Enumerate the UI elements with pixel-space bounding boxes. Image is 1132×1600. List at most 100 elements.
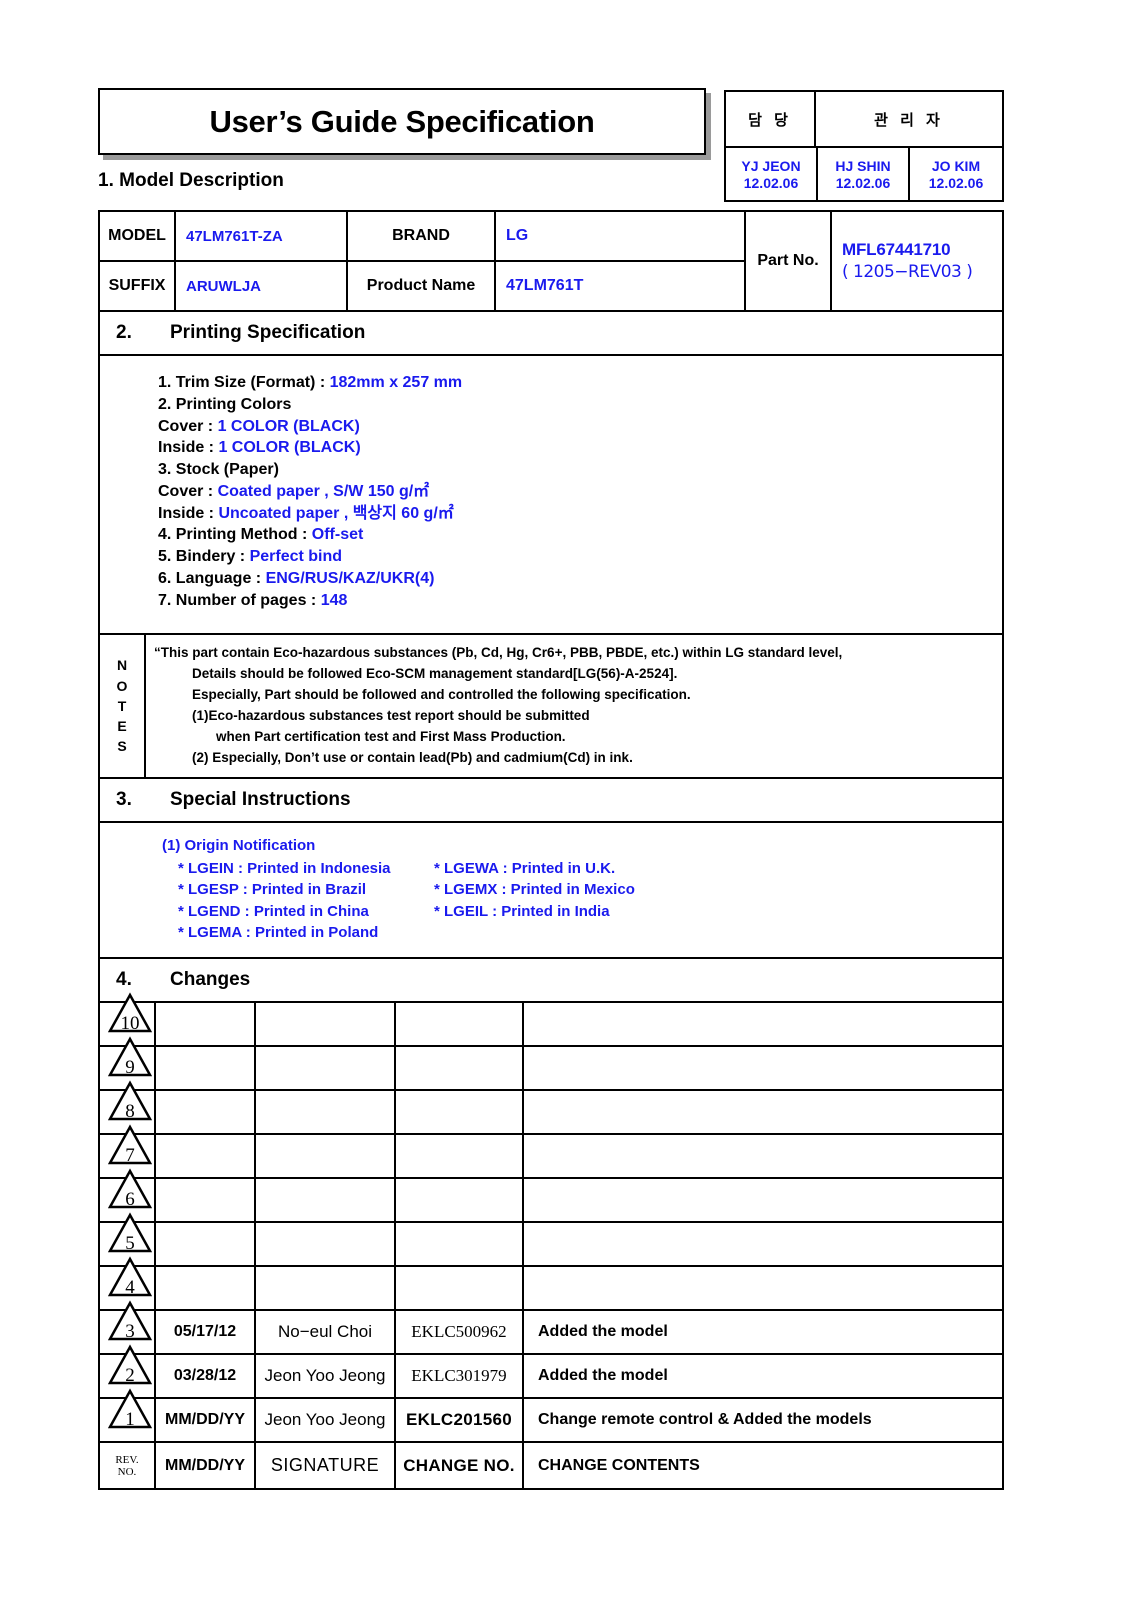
approver-cell-1: YJ JEON 12.02.06	[726, 148, 818, 202]
section-3-heading: 3. Special Instructions	[100, 776, 1002, 821]
model-left-columns: MODEL 47LM761T-ZA BRAND LG SUFFIX ARUWLJ…	[100, 212, 746, 310]
suffix-value: ARUWLJA	[176, 262, 348, 310]
section-4-title: Changes	[170, 969, 251, 991]
rev-marker-cell: 1	[100, 1388, 156, 1442]
spec-line: 3. Stock (Paper)	[158, 459, 1002, 481]
section-1-title: Model Description	[119, 170, 284, 191]
section-2-heading: 2. Printing Specification	[100, 310, 1002, 354]
approver-name-3: JO KIM	[931, 157, 981, 174]
spec-label: Cover :	[158, 482, 218, 500]
table-row: 10	[100, 992, 1002, 1046]
table-row: 1 MM/DD/YY Jeon Yoo Jeong EKLC201560 Change …	[100, 1388, 1002, 1442]
revision-triangle-icon: 8	[108, 1079, 152, 1123]
section-2-number: 2.	[116, 322, 132, 343]
spec-label: Cover :	[158, 417, 218, 435]
origin-right: * LGEWA : Printed in U.K.	[434, 860, 616, 878]
change-number	[396, 1223, 524, 1266]
revision-number: 7	[125, 1145, 135, 1167]
model-row: MODEL 47LM761T-ZA BRAND LG	[100, 212, 746, 262]
spec-value: Perfect bind	[249, 548, 343, 565]
revision-number: 10	[120, 1013, 140, 1035]
approval-header-row: 담 당 관 리 자	[726, 92, 1002, 148]
spec-value: Coated paper , S/W 150 g/㎡	[217, 482, 430, 500]
change-date: 05/17/12	[156, 1311, 256, 1354]
part-no-value: MFL67441710	[842, 240, 951, 259]
notes-vertical-label: N O T E S	[100, 635, 146, 777]
approver-name-2: HJ SHIN	[835, 157, 891, 174]
table-row: 5	[100, 1212, 1002, 1266]
page-title: User’s Guide Specification	[209, 103, 595, 139]
notes-line: Details should be followed Eco-SCM manag…	[192, 666, 678, 682]
model-value: 47LM761T-ZA	[176, 212, 348, 260]
change-contents: Added the model	[538, 1367, 668, 1385]
revision-triangle-icon: 5	[108, 1211, 152, 1255]
revision-triangle-icon: 3	[108, 1299, 152, 1343]
change-number	[396, 1047, 524, 1090]
change-number: EKLC500962	[396, 1311, 524, 1354]
notes-block: N O T E S “This part contain Eco-hazardo…	[100, 633, 1002, 777]
origin-left: * LGESP : Printed in Brazil	[178, 881, 367, 899]
change-date	[156, 1003, 256, 1046]
notes-letter: T	[117, 697, 127, 714]
revision-number: 6	[125, 1189, 135, 1211]
approval-table: 담 당 관 리 자 YJ JEON 12.02.06 HJ SHIN 12.02…	[724, 90, 1004, 202]
change-date: 03/28/12	[156, 1355, 256, 1398]
change-date	[156, 1267, 256, 1310]
spec-line: 2. Printing Colors	[158, 394, 1002, 416]
spec-label: 6. Language :	[158, 569, 266, 587]
spec-value: ENG/RUS/KAZ/UKR(4)	[265, 569, 435, 587]
change-no-header-cell: CHANGE NO.	[396, 1443, 524, 1489]
change-contents	[524, 1179, 1002, 1221]
section-1-heading: 1. Model Description	[98, 170, 284, 192]
change-contents	[524, 1223, 1002, 1265]
change-date	[156, 1047, 256, 1090]
approver-date-2: 12.02.06	[835, 175, 891, 191]
changes-table: 10 9 8 7 6 5 4 3 05/17/12 No−eul Choi EKLC500962 Ad…	[100, 992, 1002, 1442]
change-number	[396, 1091, 524, 1134]
spec-line: Inside : 1 COLOR (BLACK)	[158, 437, 1002, 459]
special-instructions-body: (1) Origin Notification * LGEIN : Printe…	[100, 820, 1002, 957]
change-date	[156, 1223, 256, 1266]
spec-value: 1 COLOR (BLACK)	[217, 417, 360, 435]
change-contents	[524, 1091, 1002, 1133]
suffix-row: SUFFIX ARUWLJA Product Name 47LM761T	[100, 262, 746, 310]
spec-label: 5. Bindery :	[158, 548, 250, 565]
revision-triangle-icon: 2	[108, 1343, 152, 1387]
revision-triangle-icon: 1	[108, 1387, 152, 1431]
brand-label: BRAND	[348, 212, 496, 260]
origin-left: * LGEIN : Printed in Indonesia	[178, 860, 391, 878]
revision-triangle-icon: 6	[108, 1167, 152, 1211]
section-4-number: 4.	[116, 969, 132, 991]
revision-number: 3	[125, 1321, 135, 1343]
notes-line: Especially, Part should be followed and …	[192, 687, 691, 703]
spec-label: 2. Printing Colors	[158, 395, 292, 413]
spec-value: 182mm x 257 mm	[329, 374, 463, 391]
change-signature	[256, 1135, 396, 1178]
approver-cell-3: JO KIM 12.02.06	[910, 148, 1002, 202]
change-signature	[256, 1179, 396, 1222]
approver-date-1: 12.02.06	[743, 175, 799, 191]
notes-line: (2) Especially, Don’t use or contain lea…	[192, 749, 633, 765]
rev-no-line2: NO.	[117, 1465, 137, 1478]
spec-label: 1. Trim Size (Format) :	[158, 374, 330, 391]
notes-line: (1)Eco-hazardous substances test report …	[192, 708, 590, 724]
revision-triangle-icon: 7	[108, 1123, 152, 1167]
spec-label: 3. Stock (Paper)	[158, 461, 279, 478]
table-row: 7	[100, 1124, 1002, 1178]
change-contents	[524, 1003, 1002, 1045]
revision-number: 8	[125, 1101, 135, 1123]
revision-number: 9	[125, 1057, 135, 1079]
spec-line: 7. Number of pages : 148	[158, 590, 1002, 612]
product-name-value: 47LM761T	[496, 262, 746, 310]
change-contents-header-cell: CHANGE CONTENTS	[538, 1456, 700, 1474]
change-signature	[256, 1091, 396, 1134]
spec-value: Uncoated paper , 백상지 60 g/㎡	[218, 504, 454, 522]
spec-line: 4. Printing Method : Off-set	[158, 524, 1002, 546]
document-title-box: User’s Guide Specification	[98, 88, 706, 155]
spec-value: Off-set	[311, 526, 364, 544]
approver-date-3: 12.02.06	[928, 175, 984, 191]
notes-letter: O	[116, 677, 128, 694]
change-contents	[524, 1267, 1002, 1309]
change-number	[396, 1267, 524, 1310]
notes-letter: S	[117, 738, 127, 755]
